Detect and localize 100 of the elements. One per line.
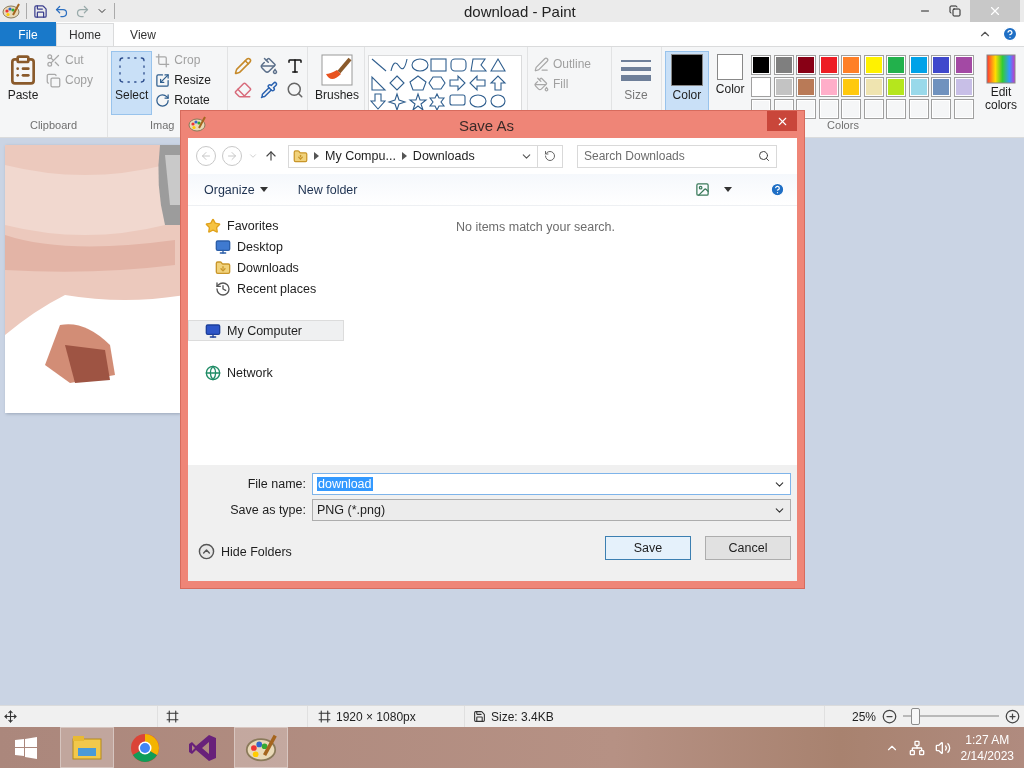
nav-item[interactable]: Recent places <box>188 278 344 299</box>
breadcrumb[interactable]: Downloads <box>412 149 475 163</box>
ribbon-tab[interactable]: Home <box>56 23 114 46</box>
empty-swatch[interactable] <box>954 99 974 119</box>
network-icon[interactable] <box>908 739 925 756</box>
color-button[interactable]: Color <box>711 51 749 115</box>
monitor-icon <box>215 238 231 255</box>
nav-item[interactable]: Downloads <box>188 257 344 278</box>
hide-folders-button[interactable]: Hide Folders <box>198 543 292 560</box>
zoom-out-icon[interactable] <box>882 709 897 724</box>
copy-icon <box>46 72 61 88</box>
crop-icon <box>155 52 171 68</box>
breadcrumb[interactable]: My Compu... <box>325 149 396 163</box>
zoom-in-icon[interactable] <box>1005 709 1020 724</box>
window-title: download - Paint <box>463 2 577 20</box>
start-icon[interactable] <box>14 735 38 760</box>
palette-swatch[interactable] <box>931 55 952 75</box>
help-icon[interactable] <box>1002 26 1018 42</box>
bucket-icon[interactable] <box>260 57 278 75</box>
edit-colors-button[interactable]: Edit colors <box>981 51 1021 115</box>
studio-icon <box>188 732 218 763</box>
brush-icon <box>321 54 353 86</box>
volume-icon[interactable] <box>934 739 951 756</box>
redo-icon[interactable] <box>75 3 90 19</box>
palette-swatch[interactable] <box>819 77 839 97</box>
up-icon[interactable] <box>264 149 278 163</box>
slider-thumb[interactable] <box>910 708 920 725</box>
breadcrumb-arrow-icon <box>314 152 319 160</box>
nav-item[interactable]: Network <box>188 362 344 383</box>
paste-button[interactable]: Paste <box>3 51 43 115</box>
field-label: Save as type: <box>229 503 306 517</box>
brushes-button[interactable]: Brushes <box>311 51 364 115</box>
recent-icon <box>215 280 231 297</box>
file-menu[interactable]: File <box>0 22 56 46</box>
palette-swatch[interactable] <box>931 77 952 97</box>
eraser-icon[interactable] <box>234 81 252 99</box>
chrome-icon <box>130 732 160 763</box>
empty-swatch[interactable] <box>886 99 907 119</box>
dialog-title: Save As <box>457 116 515 134</box>
save-icon[interactable] <box>33 3 48 19</box>
palette-swatch[interactable] <box>796 55 817 75</box>
palette-swatch[interactable] <box>774 55 794 75</box>
move-icon <box>4 710 17 723</box>
nav-item[interactable]: Favorites <box>188 215 344 236</box>
palette-swatch[interactable] <box>819 55 839 75</box>
nav-item[interactable]: My Computer <box>188 320 344 341</box>
nav-item[interactable]: Desktop <box>188 236 344 257</box>
view-icon[interactable] <box>695 182 710 197</box>
organize-menu[interactable]: Organize <box>204 182 268 197</box>
palette-swatch[interactable] <box>886 77 907 97</box>
file-size-icon <box>473 710 486 723</box>
file-type-select[interactable]: PNG (*.png) <box>312 499 791 521</box>
taskbar-button[interactable] <box>234 727 288 768</box>
empty-swatch[interactable] <box>909 99 929 119</box>
text-icon[interactable] <box>286 57 304 75</box>
save-button[interactable]: Save <box>605 535 691 560</box>
folder-icon <box>72 734 102 761</box>
pencil-icon[interactable] <box>234 57 252 75</box>
palette-swatch[interactable] <box>886 55 907 75</box>
size-button[interactable]: Size <box>615 51 657 115</box>
palette-swatch[interactable] <box>841 77 862 97</box>
rotate-icon <box>155 92 171 108</box>
undo-icon[interactable] <box>54 3 69 19</box>
search-field[interactable]: Search Downloads <box>577 144 777 168</box>
palette-swatch[interactable] <box>774 77 794 97</box>
resize-button[interactable]: Resize <box>155 71 212 89</box>
palette-swatch[interactable] <box>864 77 884 97</box>
close-button[interactable] <box>767 111 797 131</box>
new-folder-button[interactable]: New folder <box>297 182 358 197</box>
caret-icon[interactable] <box>724 187 732 192</box>
taskbar-button[interactable] <box>60 727 114 768</box>
globe-icon <box>205 364 221 381</box>
select-button[interactable]: Select <box>111 51 153 115</box>
palette-swatch[interactable] <box>909 55 929 75</box>
empty-swatch[interactable] <box>864 99 884 119</box>
forward-icon <box>226 150 238 162</box>
help-icon[interactable] <box>770 182 785 197</box>
magnifier-icon[interactable] <box>286 81 304 99</box>
computer-icon <box>205 322 221 339</box>
palette-swatch[interactable] <box>751 77 772 97</box>
image-dimensions: 1920 × 1080px <box>336 709 416 724</box>
palette-swatch[interactable] <box>954 77 974 97</box>
search-icon <box>758 150 770 162</box>
collapse-icon <box>198 543 215 560</box>
cancel-button[interactable]: Cancel <box>705 535 791 560</box>
palette-swatch[interactable] <box>909 77 929 97</box>
rotate-button[interactable]: Rotate <box>155 91 212 109</box>
address-bar[interactable]: My Compu... Downloads <box>288 144 538 168</box>
palette-swatch[interactable] <box>864 55 884 75</box>
resize-icon <box>155 72 171 88</box>
palette-swatch[interactable] <box>954 55 974 75</box>
palette-swatch[interactable] <box>796 77 817 97</box>
empty-swatch[interactable] <box>931 99 952 119</box>
empty-swatch[interactable] <box>819 99 839 119</box>
pipette-icon[interactable] <box>260 81 278 99</box>
palette-swatch[interactable] <box>751 55 772 75</box>
refresh-button[interactable] <box>538 144 563 168</box>
empty-swatch[interactable] <box>841 99 862 119</box>
palette-swatch[interactable] <box>841 55 862 75</box>
empty-swatch[interactable] <box>796 99 817 119</box>
